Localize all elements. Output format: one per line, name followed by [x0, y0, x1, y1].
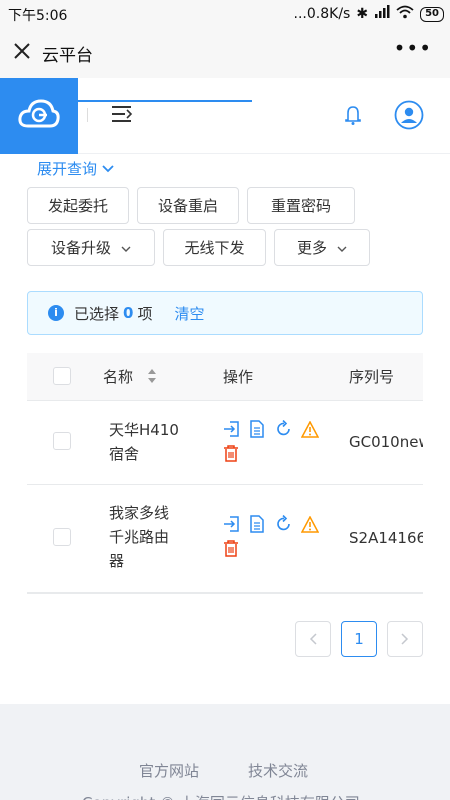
login-icon[interactable]	[223, 515, 249, 533]
warning-icon[interactable]	[301, 515, 327, 533]
selection-prefix: 已选择	[74, 304, 120, 323]
status-bar: 下午5:06 ...0.8K/s ✱ 50	[0, 0, 450, 28]
logo	[0, 78, 78, 154]
expand-query-label: 展开查询	[37, 160, 98, 178]
menu-toggle-icon[interactable]	[111, 105, 133, 127]
sort-icon[interactable]	[147, 368, 157, 388]
column-serial-header: 序列号	[349, 368, 395, 386]
next-page-button[interactable]	[387, 621, 423, 657]
main-content: 展开查询 发起委托 设备重启 重置密码 设备升级 无线下发 更多 i 已选择 0…	[0, 78, 450, 704]
official-site-link[interactable]: 官方网站	[139, 760, 199, 781]
reset-password-button-label: 重置密码	[270, 197, 331, 215]
row-checkbox[interactable]	[53, 528, 71, 546]
more-button-label: 更多	[296, 239, 327, 257]
select-all-checkbox[interactable]	[53, 367, 71, 385]
battery-icon: 50	[420, 6, 444, 22]
selection-alert: i 已选择 0 项 清空	[27, 291, 423, 335]
status-icons: ...0.8K/s ✱ 50	[294, 5, 444, 23]
row-actions	[223, 515, 327, 557]
footer: 官方网站 技术交流 Copyright © 上海同云信息科技有限公司	[0, 704, 450, 800]
signal-icon	[374, 5, 390, 23]
device-table: 名称 操作 序列号 天华H410 宿舍 GC010new 我家多线 千兆路由 器…	[27, 353, 423, 594]
upgrade-button-label: 设备升级	[50, 239, 111, 257]
upgrade-dropdown-button[interactable]: 设备升级	[27, 229, 155, 266]
selection-suffix: 项	[137, 304, 153, 323]
table-header: 名称 操作 序列号	[27, 353, 423, 401]
device-name-line: 天华H410	[109, 421, 179, 439]
bluetooth-icon: ✱	[356, 6, 369, 22]
row-checkbox[interactable]	[53, 432, 71, 450]
chevron-down-icon	[101, 160, 115, 178]
divider	[87, 108, 88, 122]
more-dropdown-button[interactable]: 更多	[274, 229, 370, 266]
copyright-text: Copyright © 上海同云信息科技有限公司	[82, 792, 360, 800]
reboot-button[interactable]: 设备重启	[137, 187, 239, 224]
close-icon[interactable]	[10, 39, 34, 63]
clear-selection-link[interactable]: 清空	[174, 303, 204, 324]
device-serial: S2A14166	[349, 529, 423, 547]
warning-icon[interactable]	[301, 420, 327, 438]
app-header	[0, 78, 450, 154]
delete-icon[interactable]	[223, 539, 249, 557]
selection-count: 0	[123, 304, 134, 322]
title-bar: 云平台 •••	[0, 28, 450, 78]
page-title: 云平台	[42, 46, 93, 66]
delete-icon[interactable]	[223, 444, 249, 462]
chevron-down-icon	[121, 239, 131, 257]
device-name-line: 宿舍	[109, 445, 140, 463]
wifi-icon	[396, 5, 414, 23]
entrust-button[interactable]: 发起委托	[27, 187, 129, 224]
document-icon[interactable]	[249, 515, 275, 533]
entrust-button-label: 发起委托	[47, 197, 108, 215]
bell-icon[interactable]	[344, 104, 362, 130]
device-name-line: 器	[109, 552, 125, 570]
header-accent-line	[78, 100, 252, 102]
info-icon: i	[48, 305, 64, 321]
network-speed: ...0.8K/s	[293, 6, 351, 22]
document-icon[interactable]	[249, 420, 275, 438]
more-options-icon[interactable]: •••	[394, 36, 432, 60]
prev-page-button[interactable]	[295, 621, 331, 657]
page-number-button[interactable]: 1	[341, 621, 377, 657]
device-name-line: 我家多线	[109, 504, 170, 522]
device-serial: GC010new	[349, 433, 423, 451]
reset-password-button[interactable]: 重置密码	[247, 187, 355, 224]
table-row: 天华H410 宿舍 GC010new	[27, 401, 423, 485]
column-action-header: 操作	[223, 368, 254, 386]
reboot-button-label: 设备重启	[157, 197, 218, 215]
tech-exchange-link[interactable]: 技术交流	[248, 760, 308, 781]
refresh-icon[interactable]	[275, 420, 301, 438]
user-avatar-icon[interactable]	[394, 100, 424, 134]
table-row: 我家多线 千兆路由 器 S2A14166	[27, 485, 423, 593]
device-name-line: 千兆路由	[109, 528, 170, 546]
wireless-deploy-button-label: 无线下发	[184, 239, 245, 257]
wireless-deploy-button[interactable]: 无线下发	[163, 229, 266, 266]
refresh-icon[interactable]	[275, 515, 301, 533]
column-name-header: 名称	[103, 368, 134, 386]
row-actions	[223, 420, 327, 462]
login-icon[interactable]	[223, 420, 249, 438]
status-time: 下午5:06	[8, 8, 68, 24]
chevron-down-icon	[337, 239, 347, 257]
expand-query-link[interactable]: 展开查询	[37, 158, 115, 179]
